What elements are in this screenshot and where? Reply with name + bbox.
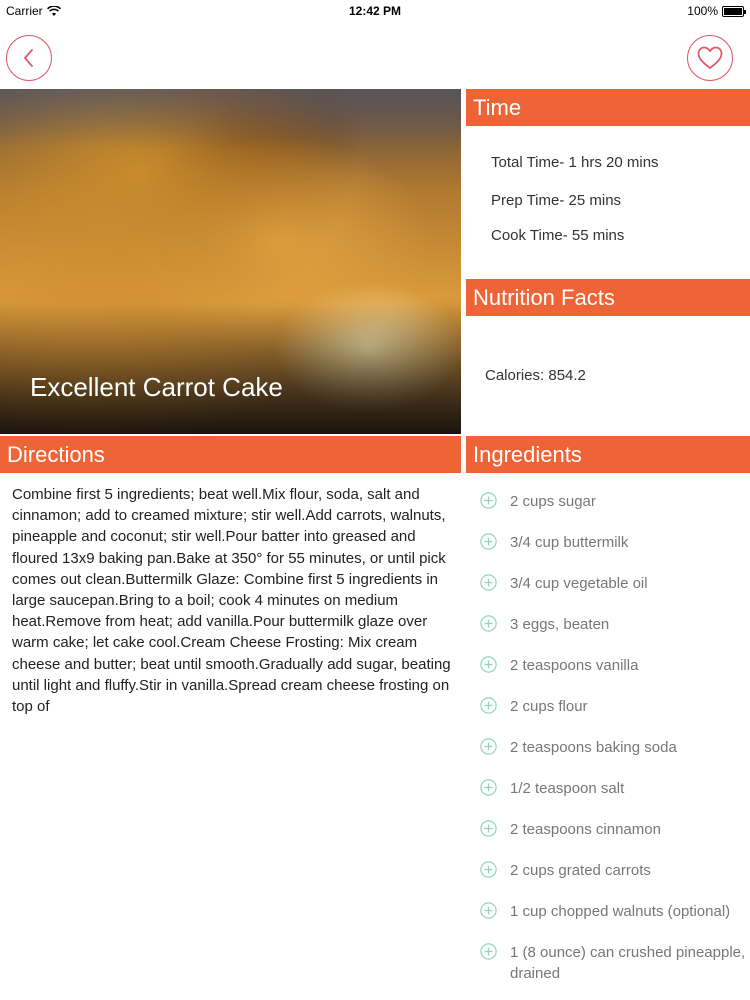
ingredient-item[interactable]: 1 (8 ounce) can crushed pineapple, drain… [480,942,748,984]
plus-circle-icon[interactable] [480,697,497,714]
ingredient-item[interactable]: 2 cups sugar [480,491,748,512]
cook-time: Cook Time- 55 mins [491,227,625,244]
ingredient-text: 2 cups grated carrots [510,862,651,879]
total-time: Total Time- 1 hrs 20 mins [491,154,659,171]
recipe-title: Excellent Carrot Cake [30,372,283,402]
recipe-photo: Excellent Carrot Cake [0,89,461,434]
plus-circle-icon[interactable] [480,615,497,632]
plus-circle-icon[interactable] [480,779,497,796]
plus-circle-icon[interactable] [480,533,497,550]
plus-circle-icon[interactable] [480,492,497,509]
nutrition-heading: Nutrition Facts [466,279,750,316]
ingredient-text: 3/4 cup vegetable oil [510,575,648,592]
ingredient-text: 1 (8 ounce) can crushed pineapple, drain… [510,944,746,982]
ingredient-text: 2 teaspoons vanilla [510,657,639,674]
favorite-button[interactable] [687,35,733,81]
ingredient-item[interactable]: 3 eggs, beaten [480,614,748,635]
prep-time: Prep Time- 25 mins [491,192,622,209]
ingredient-item[interactable]: 2 teaspoons vanilla [480,655,748,676]
calories-value: Calories: 854.2 [485,367,586,384]
plus-circle-icon[interactable] [480,738,497,755]
back-button[interactable] [6,35,52,81]
ingredient-text: 2 cups sugar [510,493,596,510]
plus-circle-icon[interactable] [480,656,497,673]
battery-icon [722,5,746,17]
status-right: 100% [687,4,746,18]
plus-circle-icon[interactable] [480,861,497,878]
heart-icon [697,46,723,69]
ingredient-item[interactable]: 2 teaspoons cinnamon [480,819,748,840]
ingredient-text: 2 teaspoons baking soda [510,739,677,756]
ingredient-item[interactable]: 2 cups flour [480,696,748,717]
directions-text: Combine first 5 ingredients; beat well.M… [12,486,451,716]
ingredient-text: 3 eggs, beaten [510,616,610,633]
status-time: 12:42 PM [348,4,402,18]
ingredient-text: 1 cup chopped walnuts (optional) [510,903,731,920]
ingredient-text: 2 teaspoons cinnamon [510,821,661,838]
battery-percent: 100% [687,4,718,18]
status-bar: Carrier 12:42 PM 100% [0,0,750,22]
directions-heading: Directions [0,436,461,473]
ingredient-item[interactable]: 1/2 teaspoon salt [480,778,748,799]
ingredient-item[interactable]: 2 teaspoons baking soda [480,737,748,758]
time-heading: Time [466,89,750,126]
ingredient-item[interactable]: 3/4 cup vegetable oil [480,573,748,594]
battery-fill [724,7,742,15]
plus-circle-icon[interactable] [480,943,497,960]
ingredient-text: 3/4 cup buttermilk [510,534,629,551]
ingredient-item[interactable]: 2 cups grated carrots [480,860,748,881]
ingredient-text: 1/2 teaspoon salt [510,780,625,797]
chevron-left-icon [24,49,33,67]
plus-circle-icon[interactable] [480,574,497,591]
ingredient-item[interactable]: 3/4 cup buttermilk [480,532,748,553]
plus-circle-icon[interactable] [480,820,497,837]
ingredients-heading: Ingredients [466,436,750,473]
plus-circle-icon[interactable] [480,902,497,919]
ingredient-item[interactable]: 1 cup chopped walnuts (optional) [480,901,748,922]
ingredient-text: 2 cups flour [510,698,588,715]
